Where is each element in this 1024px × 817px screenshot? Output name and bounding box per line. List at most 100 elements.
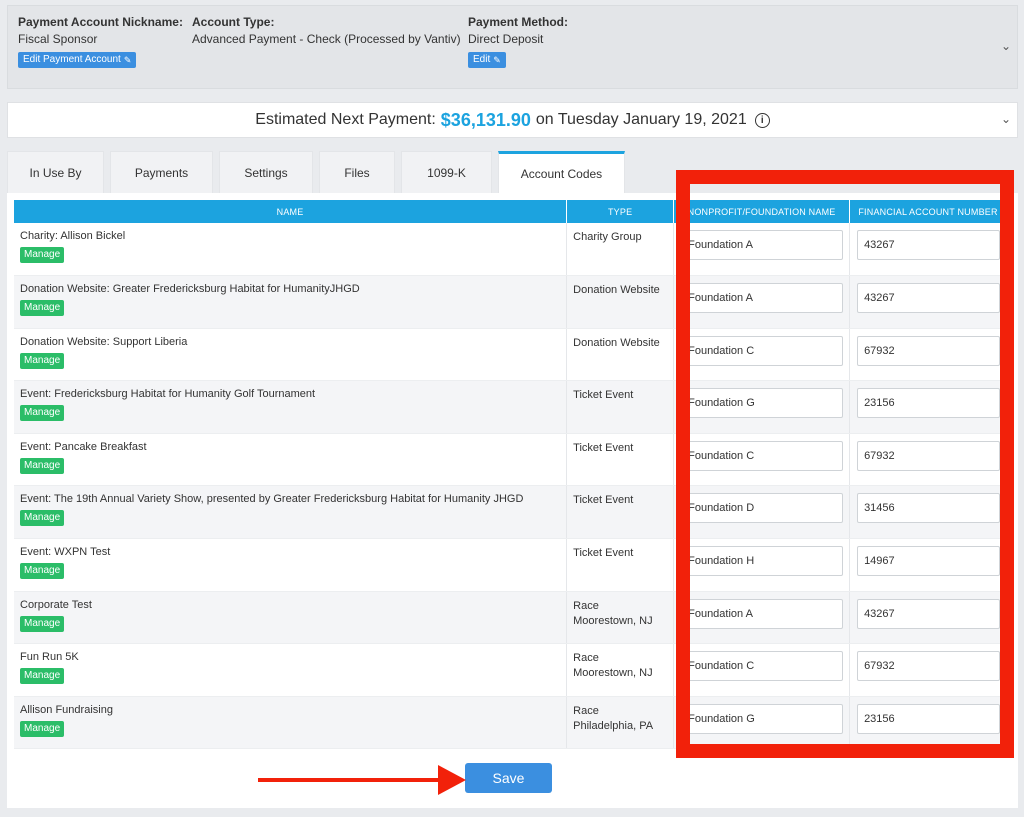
payment-date: on Tuesday January 19, 2021 <box>535 111 747 128</box>
row-type: Race <box>573 704 599 717</box>
row-name: Event: Fredericksburg Habitat for Humani… <box>20 388 316 401</box>
financial-account-number-input[interactable] <box>857 440 1000 471</box>
foundation-name-input[interactable] <box>681 598 844 629</box>
manage-button[interactable]: Manage <box>20 563 65 580</box>
row-type-location: Moorestown, NJ <box>573 667 653 680</box>
cell-foundation <box>673 643 851 697</box>
cell-type: Ticket Event <box>566 485 675 540</box>
row-type: Race <box>573 652 599 665</box>
cell-account-number <box>849 328 1007 382</box>
foundation-name-input[interactable] <box>681 546 844 577</box>
cell-name: Event: The 19th Annual Variety Show, pre… <box>14 485 568 540</box>
cell-name: Fun Run 5K Manage <box>14 643 568 697</box>
tab-files[interactable]: Files <box>319 151 395 193</box>
cell-name: Event: Pancake Breakfast Manage <box>14 433 568 487</box>
manage-button[interactable]: Manage <box>20 510 65 527</box>
header-type: TYPE <box>566 200 675 223</box>
manage-button[interactable]: Manage <box>20 247 65 263</box>
cell-name: Allison Fundraising Manage <box>14 696 568 750</box>
table-row: Fun Run 5K Manage Race Moorestown, NJ <box>14 643 1007 697</box>
account-codes-panel: NAME TYPE NONPROFIT/FOUNDATION NAME FINA… <box>7 193 1018 808</box>
row-type: Donation Website <box>573 284 660 297</box>
financial-account-number-input[interactable] <box>857 703 1000 734</box>
cell-type: Race Moorestown, NJ <box>566 643 675 697</box>
tab-bar: In Use By Payments Settings Files 1099-K… <box>7 151 631 193</box>
account-type-section: Account Type: Advanced Payment - Check (… <box>192 15 461 47</box>
financial-account-number-input[interactable] <box>857 651 1000 682</box>
tab-in-use-by[interactable]: In Use By <box>7 151 104 193</box>
financial-account-number-input[interactable] <box>857 493 1000 524</box>
payment-account-panel: Payment Account Nickname: Fiscal Sponsor… <box>7 5 1018 89</box>
manage-button[interactable]: Manage <box>20 352 65 369</box>
foundation-name-input[interactable] <box>681 335 844 366</box>
row-type: Ticket Event <box>573 441 634 454</box>
financial-account-number-input[interactable] <box>857 230 1000 260</box>
table-row: Event: WXPN Test Manage Ticket Event <box>14 538 1007 592</box>
row-name: Event: The 19th Annual Variety Show, pre… <box>20 493 524 506</box>
financial-account-number-input[interactable] <box>857 335 1000 366</box>
row-name: Event: Pancake Breakfast <box>20 440 147 453</box>
foundation-name-input[interactable] <box>681 703 844 734</box>
cell-account-number <box>849 538 1007 592</box>
header-foundation-name: NONPROFIT/FOUNDATION NAME <box>673 200 851 223</box>
cell-foundation <box>673 591 851 645</box>
row-name: Fun Run 5K <box>20 651 79 664</box>
foundation-name-input[interactable] <box>681 493 844 524</box>
chevron-down-icon[interactable]: ⌄ <box>1001 39 1011 53</box>
row-name: Donation Website: Greater Fredericksburg… <box>20 283 360 296</box>
cell-name: Event: Fredericksburg Habitat for Humani… <box>14 380 568 434</box>
row-type-location: Moorestown, NJ <box>573 614 653 627</box>
payment-amount: $36,131.90 <box>440 109 531 130</box>
row-type: Ticket Event <box>573 494 634 507</box>
info-icon[interactable]: i <box>754 112 770 128</box>
foundation-name-input[interactable] <box>681 651 844 682</box>
table-row: Event: The 19th Annual Variety Show, pre… <box>14 485 1007 540</box>
manage-button[interactable]: Manage <box>20 668 65 685</box>
manage-button[interactable]: Manage <box>20 405 65 422</box>
cell-foundation <box>673 275 851 329</box>
save-button[interactable]: Save <box>465 763 552 793</box>
row-name: Charity: Allison Bickel <box>20 230 126 242</box>
edit-payment-account-button[interactable]: Edit Payment Account ✎ <box>18 52 137 68</box>
financial-account-number-input[interactable] <box>857 388 1000 419</box>
cell-foundation <box>673 485 851 540</box>
foundation-name-input[interactable] <box>681 440 844 471</box>
manage-button[interactable]: Manage <box>20 720 65 737</box>
cell-type: Ticket Event <box>566 433 675 487</box>
cell-name: Event: WXPN Test Manage <box>14 538 568 592</box>
foundation-name-input[interactable] <box>681 283 844 314</box>
row-type: Ticket Event <box>573 547 634 560</box>
cell-account-number <box>849 380 1007 434</box>
row-type: Ticket Event <box>573 389 634 402</box>
edit-payment-method-label: Edit <box>473 54 491 65</box>
nickname-section: Payment Account Nickname: Fiscal Sponsor… <box>18 15 183 68</box>
tab-payments[interactable]: Payments <box>110 151 213 193</box>
manage-button[interactable]: Manage <box>20 300 65 317</box>
tab-1099-k[interactable]: 1099-K <box>401 151 492 193</box>
edit-payment-method-button[interactable]: Edit ✎ <box>468 52 506 68</box>
financial-account-number-input[interactable] <box>857 546 1000 577</box>
foundation-name-input[interactable] <box>681 388 844 419</box>
payment-method-section: Payment Method: Direct Deposit Edit ✎ <box>468 15 568 68</box>
manage-button[interactable]: Manage <box>20 457 65 474</box>
cell-foundation <box>673 696 851 750</box>
cell-foundation <box>673 433 851 487</box>
tab-settings[interactable]: Settings <box>219 151 313 193</box>
cell-account-number <box>849 485 1007 540</box>
table-row: Event: Fredericksburg Habitat for Humani… <box>14 380 1007 434</box>
cell-type: Ticket Event <box>566 538 675 592</box>
cell-type: Charity Group <box>566 223 675 277</box>
row-name: Donation Website: Support Liberia <box>20 335 188 348</box>
table-row: Donation Website: Greater Fredericksburg… <box>14 275 1007 329</box>
chevron-down-icon[interactable]: ⌄ <box>1001 112 1011 126</box>
table-row: Donation Website: Support Liberia Manage D… <box>14 328 1007 382</box>
cell-name: Corporate Test Manage <box>14 591 568 645</box>
tab-account-codes[interactable]: Account Codes <box>498 151 625 193</box>
foundation-name-input[interactable] <box>681 230 844 260</box>
financial-account-number-input[interactable] <box>857 598 1000 629</box>
payment-method-value: Direct Deposit <box>468 32 544 46</box>
manage-button[interactable]: Manage <box>20 615 65 632</box>
row-type: Race <box>573 599 599 612</box>
financial-account-number-input[interactable] <box>857 283 1000 314</box>
cell-foundation <box>673 223 851 277</box>
